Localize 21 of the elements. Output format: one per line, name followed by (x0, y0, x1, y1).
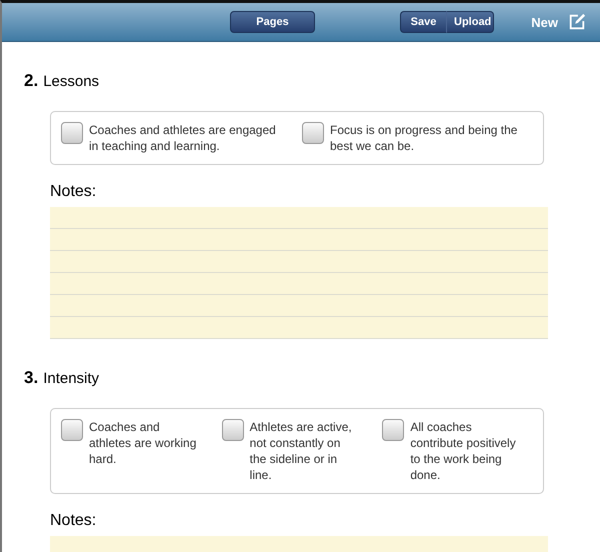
section-title: Intensity (43, 370, 100, 387)
checkbox[interactable] (61, 419, 83, 441)
checkbox-label: Coaches and athletes are engaged in teaching and learning. (89, 122, 277, 154)
checkbox[interactable] (61, 122, 83, 144)
notes-label: Notes: (50, 183, 98, 202)
notes-field[interactable] (50, 207, 548, 339)
checkbox-label: All coaches contribute positively to the work being done. (410, 419, 517, 483)
checkbox-label: Athletes are active, not constantly on the sideline or in line. (250, 419, 353, 483)
upload-button[interactable]: Upload (447, 11, 494, 33)
checkbox[interactable] (382, 419, 404, 441)
checkbox[interactable] (222, 419, 244, 441)
notes-label: Notes: (50, 512, 98, 531)
compose-icon (568, 13, 586, 31)
checkbox-label: Coaches and athletes are working hard. (89, 419, 198, 467)
section-number: 2. (24, 71, 38, 91)
checkbox[interactable] (302, 122, 324, 144)
pages-button[interactable]: Pages (230, 11, 315, 33)
section-number: 3. (24, 368, 38, 388)
save-button[interactable]: Save (400, 11, 447, 33)
checkbox-label: Focus is on progress and being the best we can be. (330, 122, 518, 154)
section-title: Lessons (43, 73, 100, 90)
